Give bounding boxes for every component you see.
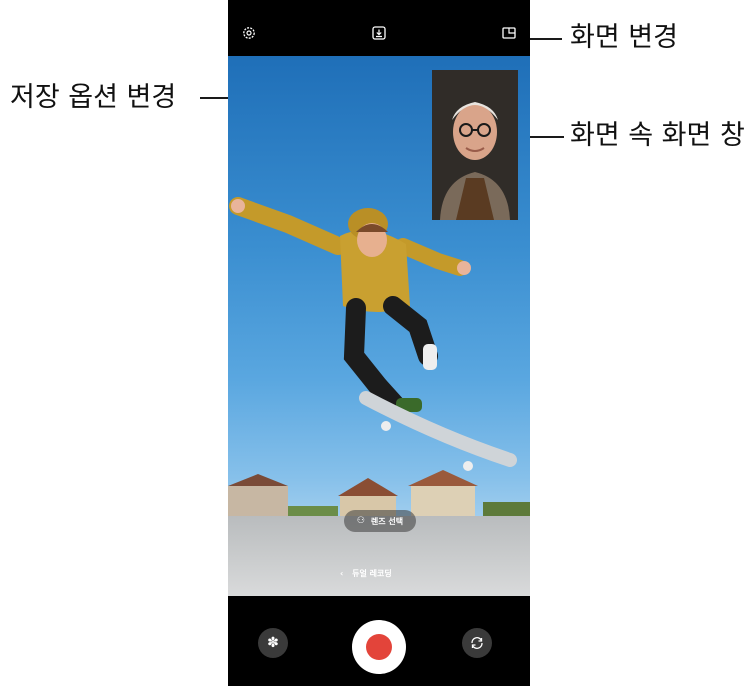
camera-top-bar xyxy=(228,0,530,56)
flower-icon: ✽ xyxy=(267,635,279,651)
layout-icon[interactable] xyxy=(500,24,518,42)
gear-icon[interactable] xyxy=(240,24,258,42)
record-icon xyxy=(366,634,392,660)
camera-viewfinder[interactable]: ⚇ 렌즈 선택 ‹ 듀얼 레코딩 xyxy=(228,56,530,596)
lens-circles-icon: ⚇ xyxy=(356,516,365,526)
switch-camera-icon xyxy=(471,637,483,649)
pip-window[interactable] xyxy=(432,70,518,220)
dual-recording-label: 듀얼 레코딩 xyxy=(352,569,392,578)
pip-window-callout: 화면 속 화면 창 xyxy=(570,120,745,151)
record-button[interactable] xyxy=(352,620,406,674)
lens-select-button[interactable]: ⚇ 렌즈 선택 xyxy=(344,510,416,532)
download-box-icon[interactable] xyxy=(370,24,388,42)
pip-person xyxy=(432,70,518,220)
chevron-left-icon: ‹ xyxy=(340,569,344,578)
dual-recording-mode[interactable]: ‹ 듀얼 레코딩 xyxy=(340,568,392,579)
lens-select-label: 렌즈 선택 xyxy=(370,516,404,526)
screen-change-callout: 화면 변경 xyxy=(570,22,678,53)
effects-button[interactable]: ✽ xyxy=(258,628,288,658)
phone-screen: ⚇ 렌즈 선택 ‹ 듀얼 레코딩 ✽ xyxy=(228,0,530,686)
save-options-callout: 저장 옵션 변경 xyxy=(10,82,177,113)
switch-camera-button[interactable] xyxy=(462,628,492,658)
